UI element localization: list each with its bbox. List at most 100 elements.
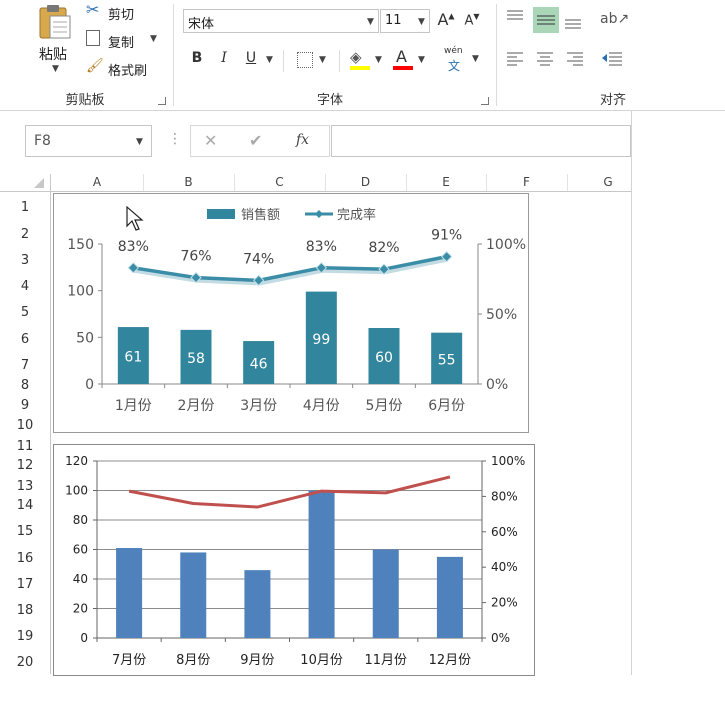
underline-button[interactable]: U [242,50,260,66]
row-header-10[interactable]: 10 [0,418,50,433]
chevron-down-icon: ▼ [418,55,425,65]
y-tick-label: 150 [67,237,94,253]
row-header-2[interactable]: 2 [0,227,50,242]
align-top-icon [507,10,523,20]
select-all-corner[interactable] [0,174,50,191]
font-group-label: 字体 [316,93,343,108]
row-header-16[interactable]: 16 [0,551,50,566]
bar-data-label: 61 [124,350,142,366]
column-header-g[interactable]: G [567,174,649,191]
row-header-20[interactable]: 20 [0,655,50,670]
row-header-14[interactable]: 14 [0,498,50,513]
orientation-button[interactable]: ab↗ [600,8,629,30]
bar [244,570,271,638]
chevron-down-icon: ▼ [375,55,382,65]
font-size-value: 11 [385,13,402,28]
bar [372,549,399,638]
bold-button[interactable]: B [188,50,206,66]
line-data-label: 76% [180,249,211,265]
italic-button[interactable]: I [215,50,233,66]
row-header-3[interactable]: 3 [0,253,50,268]
bar-data-label: 60 [375,350,393,366]
scissors-icon: ✂ [86,0,100,19]
font-color-icon: A [396,47,407,66]
align-middle-icon [537,15,555,25]
row-header-12[interactable]: 12 [0,458,50,473]
chart-1[interactable]: 0 50 100 150 0% 50% 100% 61 1月份 58 2月份 46 3月份 99 4月份 60… [53,193,529,433]
brush-icon: 🖌 [86,58,104,74]
paint-bucket-icon: ◈ [350,48,362,66]
phonetic-guide-button[interactable]: wén 文 ▼ [442,46,482,74]
y2-tick-label: 100% [486,237,526,253]
row-header-11[interactable]: 11 [0,439,50,454]
paste-button[interactable]: 粘贴 ▼ [32,2,80,78]
name-box[interactable]: F8 ▼ [25,125,152,157]
bar-data-label: 58 [187,351,205,367]
column-header-b[interactable]: B [143,174,234,191]
align-center-button[interactable] [535,50,559,70]
clipboard-launcher-icon[interactable] [158,97,166,105]
row-header-15[interactable]: 15 [0,524,50,539]
row-header-1[interactable]: 1 [0,200,50,215]
y-tick-label: 20 [73,602,88,616]
align-middle-button[interactable] [533,7,559,33]
font-launcher-icon[interactable] [481,97,489,105]
row-header-7[interactable]: 7 [0,358,50,373]
align-left-button[interactable] [505,50,529,70]
fill-color-swatch [350,66,370,70]
chart-2[interactable]: 0 20 40 60 80 100 120 0% 20% 40% 60% 80% 100% 7月份 8月份 9… [53,444,535,676]
row-header-13[interactable]: 13 [0,479,50,494]
row-header-6[interactable]: 6 [0,332,50,347]
line-series [128,475,451,509]
column-header-f[interactable]: F [486,174,567,191]
align-top-button[interactable] [505,8,529,30]
row-header-4[interactable]: 4 [0,279,50,294]
chevron-down-icon: ▼ [319,55,326,65]
font-name-select[interactable]: 宋体 ▼ [183,9,379,33]
grow-font-button[interactable]: A▲ [436,10,456,29]
row-header-5[interactable]: 5 [0,305,50,320]
clipboard-group-label: 剪贴板 [65,93,105,108]
row-header-18[interactable]: 18 [0,603,50,618]
decrease-indent-button[interactable] [600,50,626,70]
font-size-select[interactable]: 11 ▼ [380,9,430,33]
shrink-font-button[interactable]: A▼ [462,12,482,28]
legend-line-label: 完成率 [337,207,376,223]
column-header-c[interactable]: C [234,174,325,191]
cancel-icon[interactable]: ✕ [204,131,217,150]
grow-font-icon: A [437,10,449,29]
bar [180,552,207,638]
row-header-19[interactable]: 19 [0,629,50,644]
column-header-e[interactable]: E [406,174,486,191]
align-bottom-icon [565,19,581,29]
cut-button[interactable]: ✂ 剪切 [86,0,166,23]
align-bottom-button[interactable] [563,12,587,34]
copy-label: 复制 [108,36,135,51]
y-tick-label: 0 [85,377,94,393]
x-tick-label: 4月份 [303,398,340,414]
formula-input[interactable] [331,125,631,157]
y-tick-label: 50 [76,330,94,346]
font-color-button[interactable]: A ▼ [393,47,429,74]
y2-tick-label: 100% [491,454,525,468]
format-painter-button[interactable]: 🖌 格式刷 [86,58,166,79]
align-right-button[interactable] [565,50,589,70]
copy-button[interactable]: 复制 ▼ [86,30,166,51]
enter-icon[interactable]: ✔ [249,131,262,150]
chevron-down-icon: ▼ [472,54,479,64]
y2-tick-label: 20% [491,596,518,610]
column-header-a[interactable]: A [51,174,143,191]
clipboard-icon [39,5,71,39]
font-name-value: 宋体 [188,17,215,32]
y-tick-label: 40 [73,572,88,586]
row-header-17[interactable]: 17 [0,577,50,592]
insert-function-icon[interactable]: fx [296,132,309,148]
fill-color-button[interactable]: ◈ ▼ [350,48,386,74]
row-header-9[interactable]: 9 [0,398,50,413]
bar-data-label: 55 [438,352,456,368]
paste-label: 粘贴 [39,47,67,63]
row-header-8[interactable]: 8 [0,378,50,393]
column-header-d[interactable]: D [325,174,406,191]
y2-tick-label: 40% [491,560,518,574]
border-button[interactable]: ▼ [297,52,329,70]
